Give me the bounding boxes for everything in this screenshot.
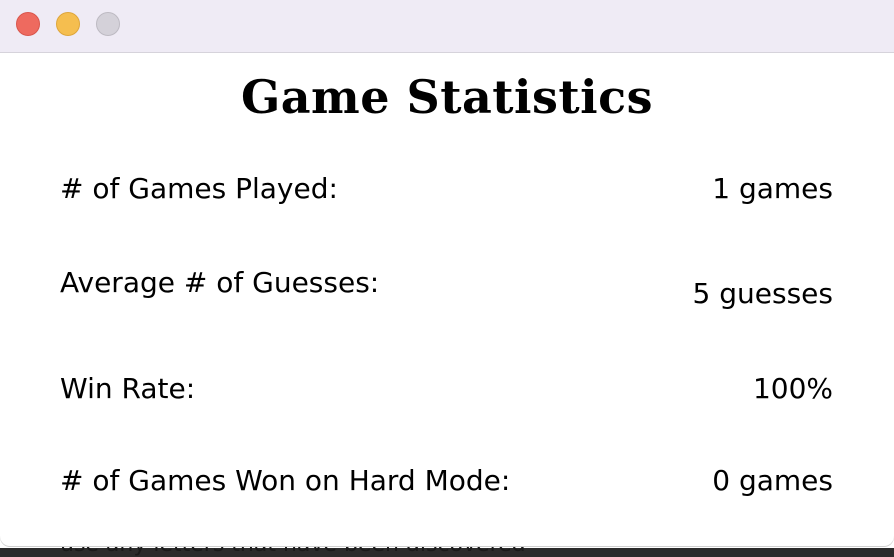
stat-value-hard-mode-wins: 0 games bbox=[712, 464, 833, 497]
stat-label-games-played: # of Games Played: bbox=[60, 172, 338, 205]
stat-label-win-rate: Win Rate: bbox=[60, 372, 196, 405]
stat-label-hard-mode-wins: # of Games Won on Hard Mode: bbox=[60, 464, 511, 497]
stat-value-games-played: 1 games bbox=[712, 172, 833, 205]
title-bar[interactable] bbox=[0, 0, 894, 53]
close-button[interactable] bbox=[16, 12, 40, 36]
stat-value-average-guesses: 5 guesses bbox=[692, 277, 833, 310]
page-title: Game Statistics bbox=[240, 70, 654, 124]
stats-window: Game Statistics # of Games Played: 1 gam… bbox=[0, 0, 894, 546]
zoom-button[interactable] bbox=[96, 12, 120, 36]
stat-label-average-guesses: Average # of Guesses: bbox=[60, 266, 380, 299]
minimize-button[interactable] bbox=[56, 12, 80, 36]
stat-value-win-rate: 100% bbox=[752, 372, 833, 405]
